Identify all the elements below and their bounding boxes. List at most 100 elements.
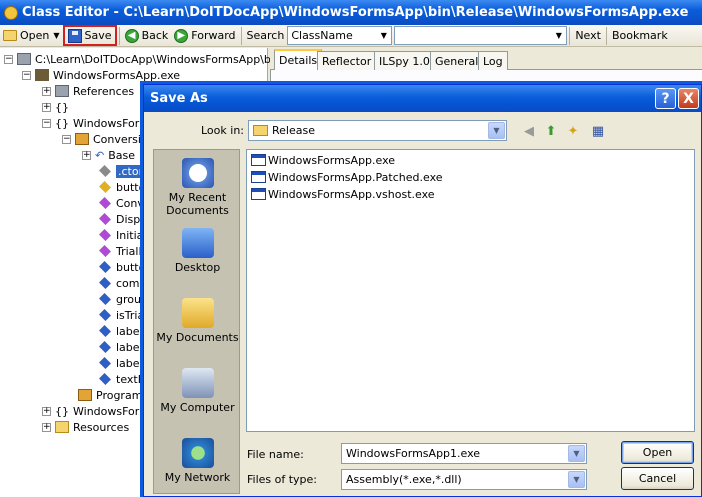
expand-icon[interactable]: + bbox=[42, 102, 51, 112]
look-in-label: Look in: bbox=[201, 124, 244, 137]
list-item[interactable]: WindowsFormsApp.vshost.exe bbox=[251, 186, 435, 202]
method-icon bbox=[99, 229, 111, 241]
field-icon bbox=[99, 373, 111, 385]
tree-node-member[interactable]: label1 bbox=[98, 323, 150, 339]
toolbar-separator bbox=[569, 26, 571, 45]
cancel-button[interactable]: Cancel bbox=[621, 467, 694, 490]
tree-node-base[interactable]: + ↶ Base bbox=[82, 147, 135, 163]
tree-node-assembly[interactable]: − WindowsFormsApp.exe bbox=[22, 67, 180, 83]
tree-node-member[interactable]: Conv bbox=[98, 195, 144, 211]
namespace-icon: {} bbox=[55, 116, 69, 130]
back-icon[interactable]: ◀ bbox=[520, 122, 538, 140]
file-list[interactable]: WindowsFormsApp.exe WindowsFormsApp.Patc… bbox=[246, 149, 695, 432]
tree-node-member[interactable]: label3 bbox=[98, 355, 150, 371]
recent-documents-icon bbox=[181, 158, 214, 188]
main-title-bar: Class Editor - C:\Learn\DoITDocApp\Windo… bbox=[0, 0, 702, 25]
tab-reflector[interactable]: Reflector bbox=[317, 51, 377, 70]
chevron-down-icon[interactable]: ▼ bbox=[376, 27, 391, 44]
chevron-down-icon[interactable]: ▼ bbox=[568, 445, 585, 462]
tree-node-member[interactable]: TrialE bbox=[98, 243, 145, 259]
expand-icon[interactable]: + bbox=[42, 422, 51, 432]
bookmark-button[interactable]: Bookmark bbox=[609, 26, 671, 46]
method-icon bbox=[99, 197, 111, 209]
tree-node-member[interactable]: textB bbox=[98, 371, 145, 387]
search-button[interactable]: Search bbox=[244, 26, 288, 46]
tab-ilspy[interactable]: ILSpy 1.0 bbox=[374, 51, 435, 70]
place-desktop[interactable]: Desktop bbox=[154, 228, 241, 274]
save-button[interactable]: Save bbox=[62, 25, 117, 46]
field-icon bbox=[99, 325, 111, 337]
collapse-icon[interactable]: − bbox=[4, 54, 13, 64]
tree-node-member[interactable]: isTria bbox=[98, 307, 144, 323]
tree-node-member[interactable]: Dispo bbox=[98, 211, 147, 227]
namespace-icon: {} bbox=[55, 404, 69, 418]
my-computer-icon bbox=[181, 368, 214, 398]
toolbar-separator bbox=[240, 26, 242, 45]
place-my-documents[interactable]: My Documents bbox=[154, 298, 241, 344]
collapse-icon[interactable]: − bbox=[42, 118, 51, 128]
constructor-icon bbox=[99, 165, 111, 177]
search-type-combo[interactable]: ClassName ▼ bbox=[287, 26, 393, 45]
tree-node-ctor[interactable]: .ctor bbox=[98, 163, 146, 179]
drive-icon bbox=[17, 53, 31, 65]
chevron-down-icon[interactable]: ▼ bbox=[53, 31, 59, 40]
chevron-down-icon[interactable]: ▼ bbox=[551, 27, 566, 44]
my-network-icon bbox=[181, 438, 214, 468]
files-of-type-label: Files of type: bbox=[247, 473, 318, 486]
open-button[interactable]: Open bbox=[621, 441, 694, 464]
new-folder-icon[interactable]: ✦ bbox=[564, 122, 582, 140]
field-icon bbox=[99, 261, 111, 273]
search-input[interactable]: ▼ bbox=[394, 26, 568, 45]
collapse-icon[interactable]: − bbox=[22, 70, 31, 80]
tab-general[interactable]: General bbox=[430, 51, 484, 70]
file-name-input[interactable]: WindowsFormsApp1.exe ▼ bbox=[341, 443, 587, 464]
tab-details[interactable]: Details bbox=[274, 49, 323, 70]
tree-node-member[interactable]: label2 bbox=[98, 339, 150, 355]
tree-node-member[interactable]: butto bbox=[98, 259, 145, 275]
save-as-dialog: Save As ? X Look in: Release ▼ ◀ ⬆ ✦ ▦ M… bbox=[143, 84, 702, 497]
close-button[interactable]: X bbox=[678, 88, 699, 109]
expand-icon[interactable]: + bbox=[42, 406, 51, 416]
tab-log[interactable]: Log bbox=[478, 51, 508, 70]
tree-node-namespace[interactable]: − {} WindowsForm bbox=[42, 115, 150, 131]
detail-tabs: Details Reflector ILSpy 1.0 General Log bbox=[270, 48, 702, 70]
view-menu-icon[interactable]: ▦ bbox=[589, 122, 607, 140]
forward-button[interactable]: ▶ Forward bbox=[171, 26, 238, 46]
back-button[interactable]: ◀ Back bbox=[122, 26, 172, 46]
files-of-type-combo[interactable]: Assembly(*.exe,*.dll) ▼ bbox=[341, 469, 587, 490]
tree-node-member[interactable]: Initial bbox=[98, 227, 146, 243]
tree-node-program[interactable]: Program bbox=[78, 387, 142, 403]
tree-node-conversion[interactable]: − Conversio bbox=[62, 131, 148, 147]
place-my-network[interactable]: My Network bbox=[154, 438, 241, 484]
list-item[interactable]: WindowsFormsApp.Patched.exe bbox=[251, 169, 443, 185]
tree-node-member[interactable]: group bbox=[98, 291, 148, 307]
chevron-down-icon[interactable]: ▼ bbox=[488, 122, 505, 139]
tree-node-member[interactable]: butto bbox=[98, 179, 145, 195]
tree-node-root[interactable]: − C:\Learn\DoITDocApp\WindowsFormsApp\bi… bbox=[4, 51, 292, 67]
tree-node-namespace-2[interactable]: + {} WindowsForm bbox=[42, 403, 150, 419]
list-item[interactable]: WindowsFormsApp.exe bbox=[251, 152, 395, 168]
tree-node-resources[interactable]: + Resources bbox=[42, 419, 129, 435]
look-in-combo[interactable]: Release ▼ bbox=[248, 120, 507, 141]
chevron-down-icon[interactable]: ▼ bbox=[568, 471, 585, 488]
forward-arrow-icon: ▶ bbox=[174, 28, 189, 43]
toolbar: Open ▼ Save ◀ Back ▶ Forward Search Clas… bbox=[0, 25, 702, 47]
exe-file-icon bbox=[251, 171, 266, 183]
tree-node-namespace-empty[interactable]: + {} bbox=[42, 99, 69, 115]
method-icon bbox=[99, 213, 111, 225]
place-my-computer[interactable]: My Computer bbox=[154, 368, 241, 414]
place-recent-documents[interactable]: My Recent Documents bbox=[154, 158, 241, 217]
exe-file-icon bbox=[251, 154, 266, 166]
dialog-title-bar: Save As ? X bbox=[144, 85, 701, 112]
open-button[interactable]: Open ▼ bbox=[0, 26, 63, 46]
exe-file-icon bbox=[251, 188, 266, 200]
help-button[interactable]: ? bbox=[655, 88, 676, 109]
expand-icon[interactable]: + bbox=[42, 86, 51, 96]
main-window-title: Class Editor - C:\Learn\DoITDocApp\Windo… bbox=[22, 5, 689, 20]
tree-node-references[interactable]: + References bbox=[42, 83, 134, 99]
collapse-icon[interactable]: − bbox=[62, 134, 71, 144]
next-button[interactable]: Next bbox=[572, 26, 604, 46]
up-folder-icon[interactable]: ⬆ bbox=[542, 122, 560, 140]
tree-node-member[interactable]: comp bbox=[98, 275, 146, 291]
expand-icon[interactable]: + bbox=[82, 150, 91, 160]
